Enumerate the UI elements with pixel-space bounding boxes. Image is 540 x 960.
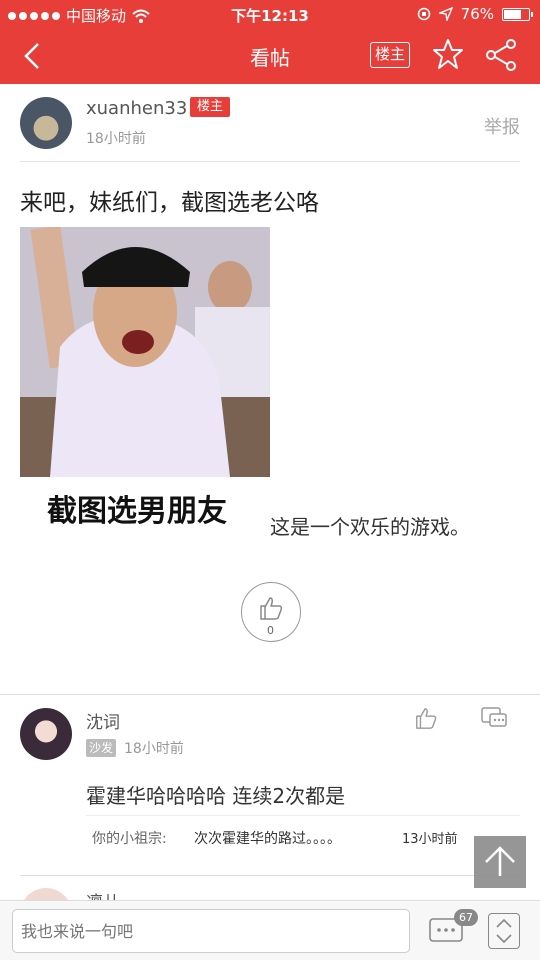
reply-time: 13小时前 <box>402 832 458 847</box>
report-button[interactable]: 举报 <box>484 113 520 139</box>
reply-text: 次次霍建华的路过。。。。 <box>194 831 341 847</box>
section-divider <box>20 875 520 876</box>
comment-time: 18小时前 <box>124 741 184 757</box>
like-button[interactable]: 0 <box>241 582 301 642</box>
location-icon <box>438 7 453 21</box>
image-caption: 截图选男朋友 <box>47 494 227 529</box>
chevron-up-down-icon <box>496 918 512 944</box>
post-title: 来吧，妹纸们，截图选老公咯 <box>20 190 319 216</box>
section-divider <box>0 694 540 695</box>
battery-percent: 76% <box>460 5 494 23</box>
reply-user[interactable]: 你的小祖宗: <box>92 828 167 848</box>
divider <box>20 161 520 162</box>
commenter-name[interactable]: 沈词 <box>86 708 120 733</box>
page-nav-button[interactable] <box>488 913 520 949</box>
battery-icon <box>502 7 533 21</box>
share-icon[interactable] <box>484 38 518 72</box>
post-image[interactable] <box>20 227 270 477</box>
message-count-badge: 67 <box>454 909 478 926</box>
battery-fill <box>504 9 522 19</box>
thumbs-up-icon <box>260 597 283 620</box>
status-bar: 中国移动 下午12:13 76% <box>0 0 540 28</box>
comment-like-icon[interactable] <box>414 706 438 730</box>
only-op-button[interactable]: 楼主 <box>370 42 410 68</box>
bottom-bar: 67 <box>0 900 540 960</box>
op-badge: 楼主 <box>190 97 230 117</box>
commenter-avatar[interactable] <box>20 708 72 760</box>
comment-text: 霍建华哈哈哈哈 连续2次都是 <box>86 784 346 808</box>
star-icon[interactable] <box>432 38 464 70</box>
comment-input[interactable] <box>12 909 410 953</box>
scroll-top-button[interactable] <box>474 836 526 888</box>
comment-reply: 你的小祖宗: 次次霍建华的路过。。。。 13小时前 <box>86 815 520 867</box>
comment-reply-icon[interactable] <box>480 706 508 730</box>
author-name[interactable]: xuanhen33 <box>86 98 187 119</box>
top-bar: 中国移动 下午12:13 76% 看帖 楼主 <box>0 0 540 84</box>
orientation-lock-icon <box>417 7 430 21</box>
post-time: 18小时前 <box>86 131 146 147</box>
post-body-text: 这是一个欢乐的游戏。 <box>270 515 470 539</box>
author-avatar[interactable] <box>20 97 72 149</box>
nav-bar: 看帖 楼主 <box>0 28 540 84</box>
arrow-up-icon <box>485 846 515 876</box>
like-count: 0 <box>267 624 274 637</box>
floor-badge: 沙发 <box>86 739 116 757</box>
